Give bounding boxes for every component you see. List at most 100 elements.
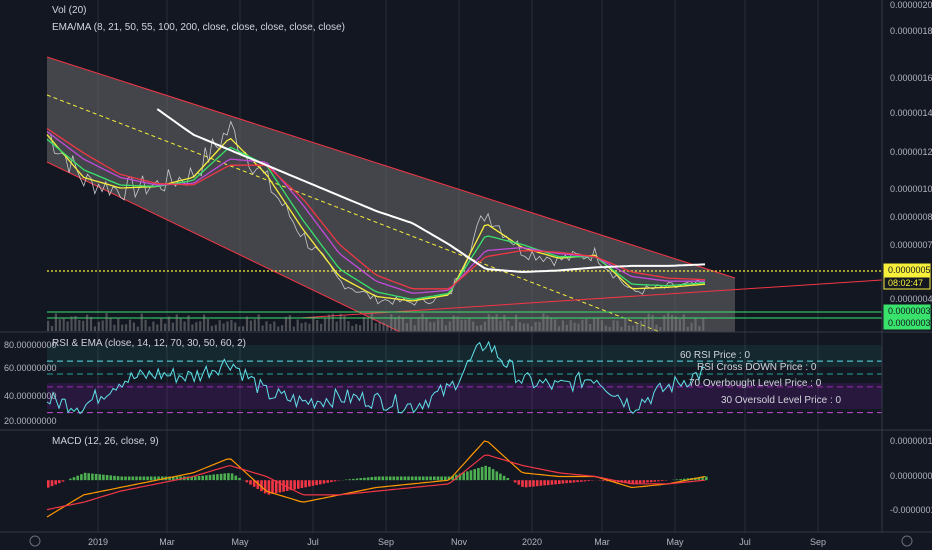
y-tick-price-3: 0.00000140 <box>890 108 932 118</box>
macd-hist-bar <box>410 476 414 481</box>
volume-bar <box>608 327 611 331</box>
volume-bar <box>210 325 213 331</box>
macd-hist-bar <box>219 473 223 481</box>
volume-bar <box>448 321 451 331</box>
macd-hist-bar <box>550 480 554 485</box>
macd-hist-bar <box>109 475 113 481</box>
macd-hist-bar <box>572 480 576 483</box>
y-tick-macd-2: -0.00000010 <box>890 505 932 515</box>
volume-bar <box>113 324 116 331</box>
volume-bar <box>347 321 350 331</box>
rsi-legend: RSI & EMA (close, 14, 12, 70, 30, 50, 60… <box>52 338 246 349</box>
volume-bar <box>518 322 522 331</box>
volume-bar <box>140 313 143 331</box>
volume-bar <box>546 315 549 331</box>
price-legend-vol: Vol (20) <box>52 5 86 16</box>
macd-hist-bar <box>293 480 296 490</box>
volume-bar <box>355 324 358 331</box>
macd-hist-bar <box>113 475 116 481</box>
volume-bar <box>413 325 416 331</box>
volume-bar <box>600 320 603 331</box>
x-tick-4: Sep <box>378 537 394 547</box>
volume-bar <box>370 313 373 331</box>
macd-hist-bar <box>675 479 679 481</box>
price-tag-3: 0.00000033 <box>888 318 932 328</box>
macd-hist-bar <box>102 474 105 481</box>
rsi-annotation-cross: RSI Cross DOWN Price : 0 <box>697 362 817 373</box>
macd-hist-bar <box>54 480 57 485</box>
volume-bar <box>530 326 533 331</box>
volume-bar <box>175 314 178 331</box>
macd-hist-bar <box>308 480 311 487</box>
volume-bar <box>499 320 502 331</box>
macd-hist-bar <box>352 478 355 481</box>
volume-bar <box>160 317 163 331</box>
macd-hist-bar <box>315 480 318 486</box>
macd-hist-bar <box>201 475 204 481</box>
volume-bar <box>54 313 57 331</box>
macd-hist-bar <box>94 473 98 481</box>
macd-hist-bar <box>524 480 528 488</box>
x-tick-9: Jul <box>739 537 751 547</box>
x-tick-5: Nov <box>451 537 468 547</box>
volume-bar <box>58 319 61 331</box>
volume-bar <box>316 320 319 331</box>
macd-hist-bar <box>396 476 399 481</box>
macd-hist-bar <box>502 475 506 481</box>
volume-bar <box>265 321 268 331</box>
macd-hist-bar <box>421 476 425 481</box>
volume-bar <box>66 321 69 331</box>
volume-bar <box>526 323 529 331</box>
macd-hist-bar <box>521 480 524 487</box>
price-tag-0: 0.00000057 <box>888 265 932 275</box>
macd-hist-bar <box>212 474 215 481</box>
macd-hist-bar <box>58 480 61 484</box>
volume-bar <box>78 320 81 331</box>
macd-hist-bar <box>319 480 322 485</box>
volume-bar <box>226 321 229 331</box>
macd-hist-bar <box>76 475 79 481</box>
volume-bar <box>156 324 159 331</box>
trading-chart[interactable]: Vol (20) EMA/MA (8, 21, 50, 55, 100, 200… <box>0 0 932 550</box>
volume-bar <box>206 319 210 331</box>
volume-bar <box>249 320 252 331</box>
macd-hist-bar <box>249 480 252 485</box>
y-tick-macd-0: 0.00000010 <box>890 436 932 446</box>
macd-hist-bar <box>208 474 212 481</box>
x-tick-3: Jul <box>307 537 319 547</box>
macd-hist-bar <box>392 476 396 481</box>
volume-bar <box>125 324 128 331</box>
macd-hist-bar <box>278 480 282 493</box>
volume-bar <box>401 317 405 331</box>
volume-bar <box>694 318 697 331</box>
volume-bar <box>199 321 202 331</box>
volume-bar <box>117 317 120 331</box>
macd-hist-bar <box>153 476 157 481</box>
macd-hist-bar <box>506 478 510 481</box>
macd-hist-bar <box>705 476 708 481</box>
volume-bar <box>284 316 288 331</box>
volume-bar <box>82 320 85 331</box>
volume-bar <box>386 324 389 331</box>
volume-bar <box>698 326 701 331</box>
volume-bar <box>612 320 615 331</box>
y-tick-price-4: 0.00000120 <box>890 147 932 157</box>
macd-hist-bar <box>98 474 102 481</box>
volume-bar <box>409 318 412 331</box>
macd-hist-bar <box>385 476 388 481</box>
macd-hist-bar <box>444 476 447 481</box>
x-tick-6: 2020 <box>522 537 542 547</box>
volume-bar <box>230 319 233 331</box>
volume-bar <box>534 322 537 331</box>
macd-hist-bar <box>227 473 230 481</box>
macd-hist-bar <box>197 476 201 481</box>
volume-bar <box>245 316 249 331</box>
macd-hist-bar <box>646 480 649 483</box>
volume-bar <box>476 325 479 331</box>
volume-bar <box>171 322 174 331</box>
volume-bar <box>339 313 342 331</box>
volume-bar <box>456 316 459 331</box>
volume-bar <box>491 316 494 331</box>
volume-bar <box>331 313 334 331</box>
price-tag-1: 08:02:47 <box>888 278 923 288</box>
